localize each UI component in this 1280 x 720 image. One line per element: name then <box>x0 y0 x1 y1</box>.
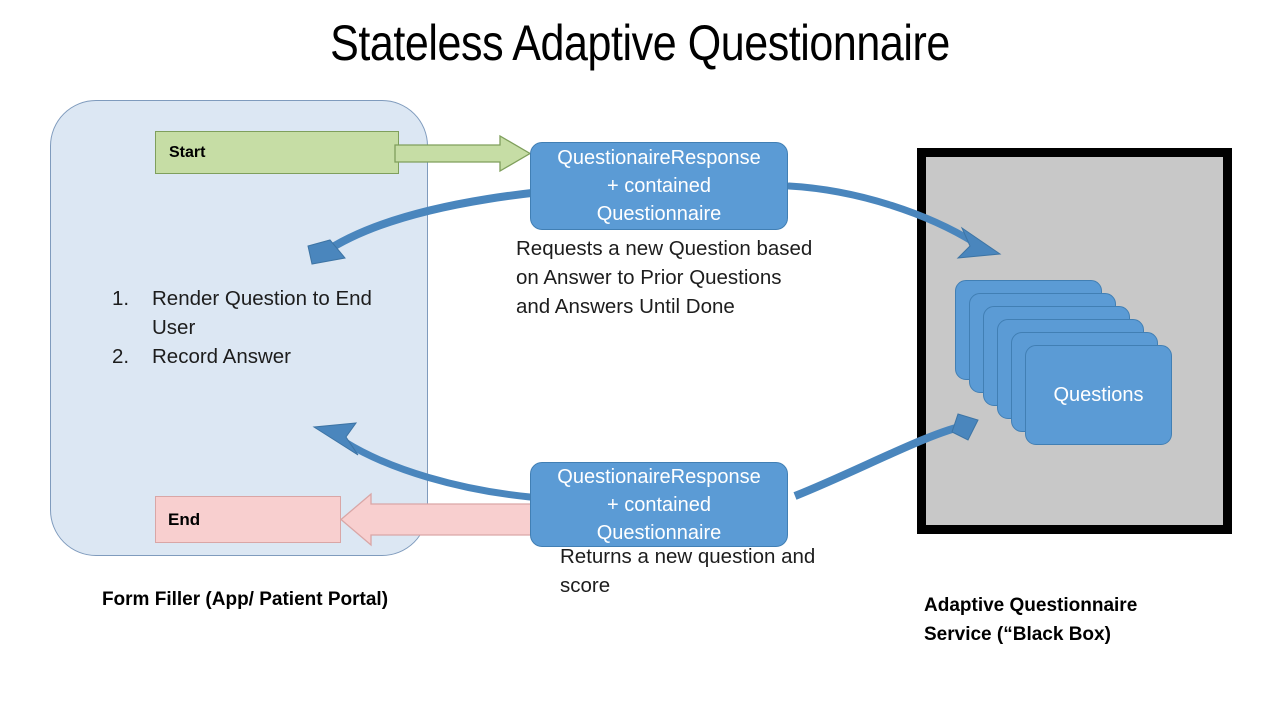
diagram-canvas: Stateless Adaptive Questionnaire Start 1… <box>0 0 1280 720</box>
msg-bottom-line2: + contained <box>607 493 711 516</box>
step-text: Record Answer <box>152 345 292 368</box>
form-filler-caption: Form Filler (App/ Patient Portal) <box>101 589 389 610</box>
start-node: Start <box>155 131 399 174</box>
request-description: Requests a new Question based on Answer … <box>516 237 813 318</box>
returns-description: Returns a new question and score <box>560 545 816 597</box>
list-item: 1. Render Question to End User <box>112 284 382 342</box>
black-box-caption-line2: Service (“Black Box) <box>924 624 1111 645</box>
questionnaire-response-request-box: QuestionaireResponse + contained Questio… <box>530 142 788 230</box>
end-node-label: End <box>168 509 201 529</box>
questionnaire-response-return-box: QuestionaireResponse + contained Questio… <box>530 462 788 547</box>
question-card-front: Questions <box>1025 345 1172 445</box>
black-box-service-caption: Adaptive Questionnaire Service (“Black B… <box>924 591 1254 649</box>
questions-label: Questions <box>1053 383 1144 406</box>
msg-bottom-line1: QuestionaireResponse <box>557 465 761 488</box>
list-item: 2. Record Answer <box>112 342 382 371</box>
end-node: End <box>155 496 341 543</box>
msg-top-line3: Questionnaire <box>596 203 722 225</box>
msg-top-line1: QuestionaireResponse <box>557 147 761 169</box>
step-number: 2. <box>112 345 130 368</box>
step-text: Render Question to End User <box>152 287 372 339</box>
start-node-label: Start <box>169 143 206 161</box>
questions-card-stack: Questions <box>955 280 1205 480</box>
step-number: 1. <box>112 287 130 310</box>
black-box-caption-line1: Adaptive Questionnaire <box>924 595 1138 616</box>
form-filler-steps: 1. Render Question to End User 2. Record… <box>112 284 382 371</box>
msg-top-line2: + contained <box>607 175 711 197</box>
page-title: Stateless Adaptive Questionnaire <box>330 15 950 71</box>
